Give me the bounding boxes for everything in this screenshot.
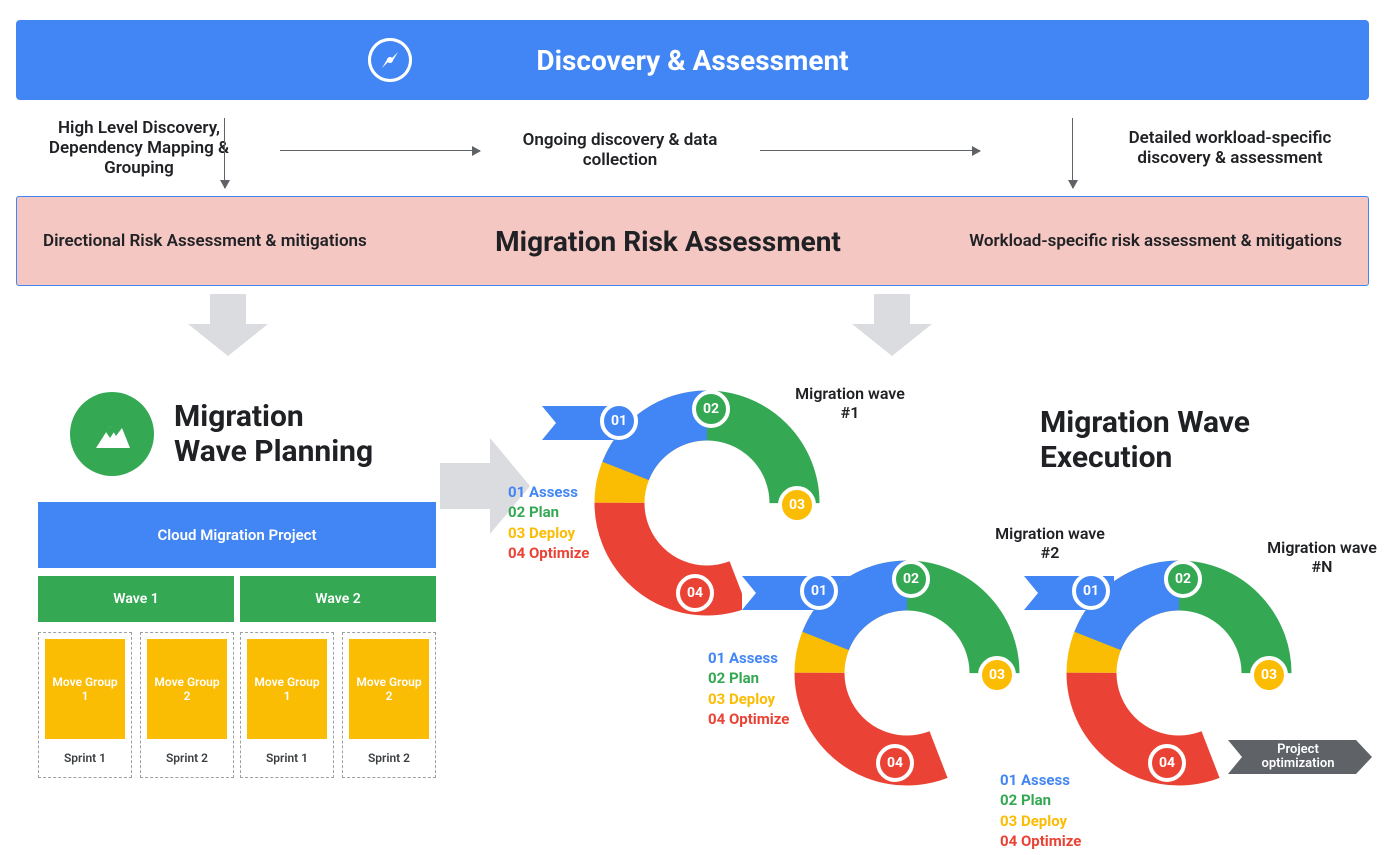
sprint-box: Move Group 2 Sprint 2 [140, 632, 234, 778]
step-badge-02: 02 [692, 390, 730, 428]
sprint-label: Sprint 2 [343, 739, 435, 777]
planning-title-l2: Wave Planning [174, 435, 373, 470]
mountain-icon [70, 392, 154, 476]
step-badge-04: 04 [1148, 744, 1186, 782]
step-badge-01: 01 [1072, 572, 1110, 610]
project-optimization-flag: Project optimization [1228, 740, 1356, 774]
cycle-legend-n: 01 Assess 02 Plan 03 Deploy 04 Optimize [1000, 770, 1081, 851]
arrow-right-icon [760, 150, 980, 151]
legend-optimize: 04 Optimize [1000, 831, 1081, 851]
legend-optimize: 04 Optimize [508, 543, 589, 563]
step-badge-04: 04 [876, 744, 914, 782]
execution-title-l1: Migration Wave [1040, 406, 1250, 441]
sprint-box: Move Group 1 Sprint 1 [240, 632, 334, 778]
label-detailed: Detailed workload-specific discovery & a… [1100, 128, 1360, 168]
move-group: Move Group 1 [247, 639, 327, 739]
legend-assess: 01 Assess [708, 648, 789, 668]
step-badge-01: 01 [800, 572, 838, 610]
move-group: Move Group 2 [349, 639, 429, 739]
step-badge-02: 02 [892, 560, 930, 598]
compass-icon [368, 38, 412, 82]
wave-2-box: Wave 2 [240, 576, 436, 622]
legend-plan: 02 Plan [508, 502, 589, 522]
cycle-legend-2: 01 Assess 02 Plan 03 Deploy 04 Optimize [708, 648, 789, 729]
wave-1-box: Wave 1 [38, 576, 234, 622]
legend-plan: 02 Plan [708, 668, 789, 688]
legend-plan: 02 Plan [1000, 790, 1081, 810]
arrow-right-icon [280, 150, 480, 151]
legend-assess: 01 Assess [508, 482, 589, 502]
cycle-donut-2: 01 02 03 04 [782, 548, 1032, 798]
risk-bar: Directional Risk Assessment & mitigation… [16, 196, 1369, 286]
sprint-label: Sprint 1 [39, 739, 131, 777]
legend-optimize: 04 Optimize [708, 709, 789, 729]
label-high-level: High Level Discovery, Dependency Mapping… [24, 118, 254, 178]
sprint-label: Sprint 2 [141, 739, 233, 777]
cloud-migration-project: Cloud Migration Project [38, 502, 436, 568]
step-badge-03: 03 [978, 656, 1016, 694]
planning-title: Migration Wave Planning [174, 400, 373, 469]
legend-deploy: 03 Deploy [1000, 811, 1081, 831]
step-badge-03: 03 [778, 486, 816, 524]
arrow-down-icon [224, 118, 225, 188]
big-arrow-down-icon [852, 294, 932, 356]
step-badge-01: 01 [600, 402, 638, 440]
legend-deploy: 03 Deploy [508, 523, 589, 543]
big-arrow-down-icon [188, 294, 268, 356]
cycle-legend-1: 01 Assess 02 Plan 03 Deploy 04 Optimize [508, 482, 589, 563]
project-optimization-label: Project optimization [1250, 743, 1346, 772]
move-group: Move Group 2 [147, 639, 227, 739]
legend-assess: 01 Assess [1000, 770, 1081, 790]
arrow-down-icon [1072, 118, 1073, 188]
step-badge-04: 04 [676, 574, 714, 612]
legend-deploy: 03 Deploy [708, 689, 789, 709]
header-title: Discovery & Assessment [536, 44, 848, 77]
discovery-header: Discovery & Assessment [16, 20, 1369, 100]
planning-title-l1: Migration [174, 400, 373, 435]
risk-left: Directional Risk Assessment & mitigation… [43, 231, 367, 251]
sprint-box: Move Group 1 Sprint 1 [38, 632, 132, 778]
sprint-box: Move Group 2 Sprint 2 [342, 632, 436, 778]
risk-right: Workload-specific risk assessment & miti… [969, 231, 1342, 251]
step-badge-02: 02 [1164, 560, 1202, 598]
step-badge-03: 03 [1250, 656, 1288, 694]
move-group: Move Group 1 [45, 639, 125, 739]
label-ongoing: Ongoing discovery & data collection [490, 130, 750, 170]
sprint-label: Sprint 1 [241, 739, 333, 777]
execution-title-l2: Execution [1040, 441, 1250, 476]
execution-title: Migration Wave Execution [1040, 406, 1250, 475]
risk-center: Migration Risk Assessment [495, 225, 841, 258]
